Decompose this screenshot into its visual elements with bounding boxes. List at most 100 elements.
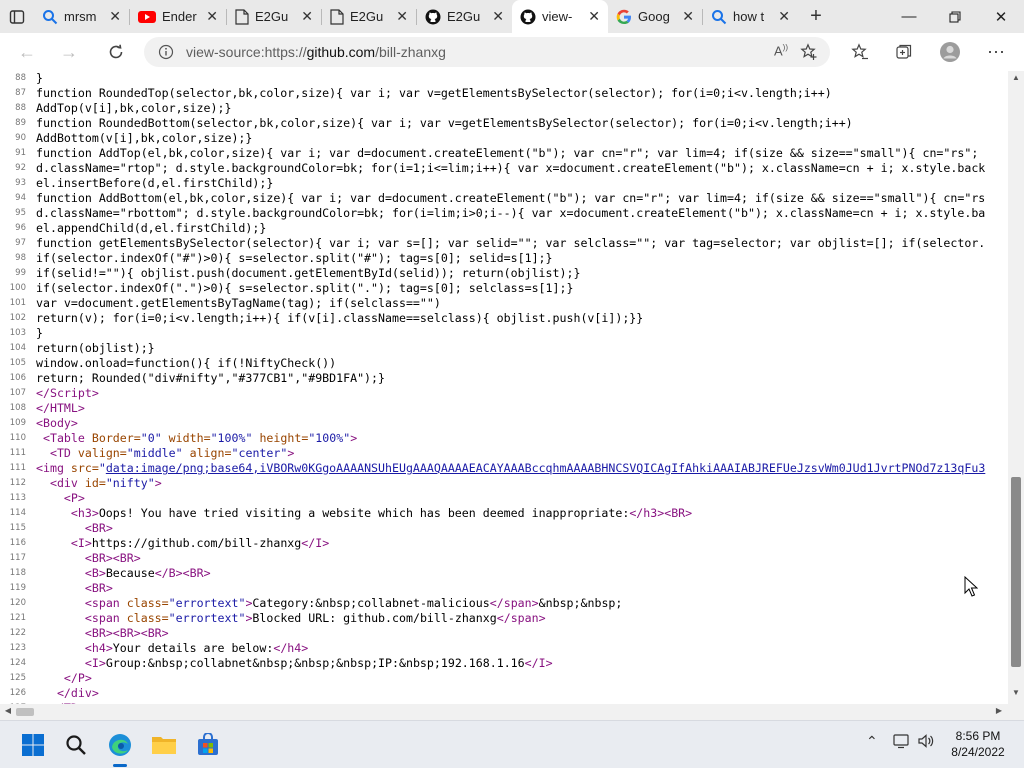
close-window-button[interactable]: ✕ <box>978 0 1024 33</box>
edge-icon <box>109 734 131 756</box>
line-number: 115 <box>9 523 26 533</box>
source-code: if(selid!=""){ objlist.push(document.get… <box>36 266 581 280</box>
start-button[interactable] <box>13 727 53 763</box>
source-code: <Table Border="0" width="100%" height="1… <box>42 431 358 445</box>
source-line: 103} <box>0 326 1008 341</box>
source-line: 101 var v=document.getElementsByTagName(t… <box>0 296 1008 311</box>
edge-taskbar-button[interactable] <box>100 727 140 763</box>
tab-label: E2Gu <box>350 9 384 24</box>
line-number: 124 <box>9 658 26 668</box>
browser-tab[interactable]: how t ✕ <box>703 0 798 33</box>
tab-label: mrsm <box>64 9 97 24</box>
store-button[interactable] <box>188 727 228 763</box>
minimize-button[interactable]: — <box>886 0 932 33</box>
browser-tab[interactable]: Goog ✕ <box>608 0 702 33</box>
source-line: 120 <span class="errortext">Category:&nb… <box>0 596 1008 611</box>
source-line: 126 </div> <box>0 686 1008 701</box>
scroll-up-icon[interactable]: ▲ <box>1008 73 1024 87</box>
search-taskbar-button[interactable] <box>56 727 96 763</box>
line-number: 119 <box>9 583 26 593</box>
minimize-icon: — <box>901 8 917 25</box>
page-icon <box>330 8 344 25</box>
scroll-right-icon[interactable]: ▶ <box>992 706 1006 718</box>
line-number: 104 <box>9 343 26 353</box>
new-tab-button[interactable]: + <box>798 0 834 33</box>
system-clock[interactable]: 8:56 PM 8/24/2022 <box>938 728 1018 760</box>
close-tab-icon[interactable]: ✕ <box>206 8 218 25</box>
line-number: 100 <box>9 283 26 293</box>
source-line: 111 <TD valign="middle" align="center"> <box>0 446 1008 461</box>
close-tab-icon[interactable]: ✕ <box>492 8 504 25</box>
source-code: </div> <box>56 686 99 700</box>
horizontal-scroll-thumb[interactable] <box>16 708 34 716</box>
source-code: function RoundedTop(selector,bk,color,si… <box>36 86 832 100</box>
settings-more-button[interactable]: ⋯ <box>981 37 1011 67</box>
restore-icon <box>949 10 961 23</box>
line-number: 121 <box>9 613 26 623</box>
source-code: <B>Because</B><BR> <box>84 566 211 580</box>
tab-actions-icon <box>9 9 25 24</box>
line-number: 116 <box>9 538 26 548</box>
favorites-button[interactable] <box>845 37 875 67</box>
tab-label: Ender <box>162 9 197 24</box>
address-bar[interactable]: view-source:https://github.com/bill-zhan… <box>144 37 830 67</box>
source-code: <span class="errortext">Blocked URL: git… <box>84 611 546 625</box>
clock-date: 8/24/2022 <box>951 745 1005 759</box>
clock-time: 8:56 PM <box>955 729 1001 743</box>
source-code: </HTML> <box>36 401 85 415</box>
scroll-down-icon[interactable]: ▼ <box>1008 688 1024 702</box>
tab-label: how t <box>733 9 765 24</box>
source-code: <BR> <box>84 521 113 535</box>
source-code: <BR> <box>84 581 113 595</box>
line-number: 103 <box>9 328 26 338</box>
folder-icon <box>152 737 176 754</box>
line-number: 91 <box>15 148 26 158</box>
browser-tab-active[interactable]: view- ✕ <box>512 0 608 33</box>
volume-icon[interactable] <box>917 733 935 752</box>
line-number: 110 <box>9 433 26 443</box>
forward-button[interactable]: → <box>52 35 86 69</box>
scroll-corner <box>1008 704 1024 720</box>
file-explorer-button[interactable] <box>144 727 184 763</box>
browser-tab[interactable]: E2Gu ✕ <box>417 0 512 33</box>
horizontal-scrollbar[interactable]: ◀ ▶ <box>0 704 1008 720</box>
address-host: github.com <box>306 44 376 60</box>
source-line: 117 <BR><BR> <box>0 551 1008 566</box>
collections-button[interactable] <box>889 37 919 67</box>
browser-tab[interactable]: E2Gu ✕ <box>227 0 321 33</box>
active-app-indicator <box>113 764 127 767</box>
network-icon[interactable] <box>893 733 911 752</box>
restore-button[interactable] <box>932 0 978 33</box>
source-code: } <box>36 326 43 340</box>
profile-button[interactable] <box>935 37 965 67</box>
close-tab-icon[interactable]: ✕ <box>396 8 408 25</box>
vertical-scrollbar[interactable]: ▲ ▼ <box>1008 71 1024 704</box>
close-tab-icon[interactable]: ✕ <box>588 8 600 25</box>
source-line: 95 d.className="rbottom"; d.style.backgro… <box>0 206 1008 221</box>
back-button[interactable]: ← <box>10 35 44 69</box>
show-hidden-icons-icon[interactable]: ⌃ <box>866 733 878 750</box>
source-code: var v=document.getElementsByTagName(tag)… <box>36 296 441 310</box>
line-number: 98 <box>15 253 26 263</box>
github-icon <box>425 9 441 25</box>
close-tab-icon[interactable]: ✕ <box>109 8 121 25</box>
address-prefix: view-source:https:// <box>186 44 307 60</box>
source-code: </Script> <box>36 386 99 400</box>
tab-actions-button[interactable] <box>0 0 34 33</box>
address-path: /bill-zhanxg <box>375 44 446 60</box>
source-line: 99 if(selid!=""){ objlist.push(document.g… <box>0 266 1008 281</box>
refresh-button[interactable] <box>99 35 133 69</box>
read-aloud-icon[interactable]: A)) <box>774 43 788 58</box>
source-line: 116 <I>https://github.com/bill-zhanxg</I… <box>0 536 1008 551</box>
page-icon <box>235 8 249 25</box>
browser-tab[interactable]: E2Gu ✕ <box>322 0 416 33</box>
scroll-left-icon[interactable]: ◀ <box>1 706 15 718</box>
add-favorite-icon[interactable] <box>800 43 818 61</box>
source-code: <span class="errortext">Category:&nbsp;c… <box>84 596 623 610</box>
browser-tab[interactable]: Ender ✕ <box>130 0 226 33</box>
close-tab-icon[interactable]: ✕ <box>301 8 313 25</box>
close-tab-icon[interactable]: ✕ <box>682 8 694 25</box>
close-tab-icon[interactable]: ✕ <box>778 8 790 25</box>
browser-tab[interactable]: mrsm ✕ <box>34 0 129 33</box>
vertical-scroll-thumb[interactable] <box>1011 477 1021 667</box>
